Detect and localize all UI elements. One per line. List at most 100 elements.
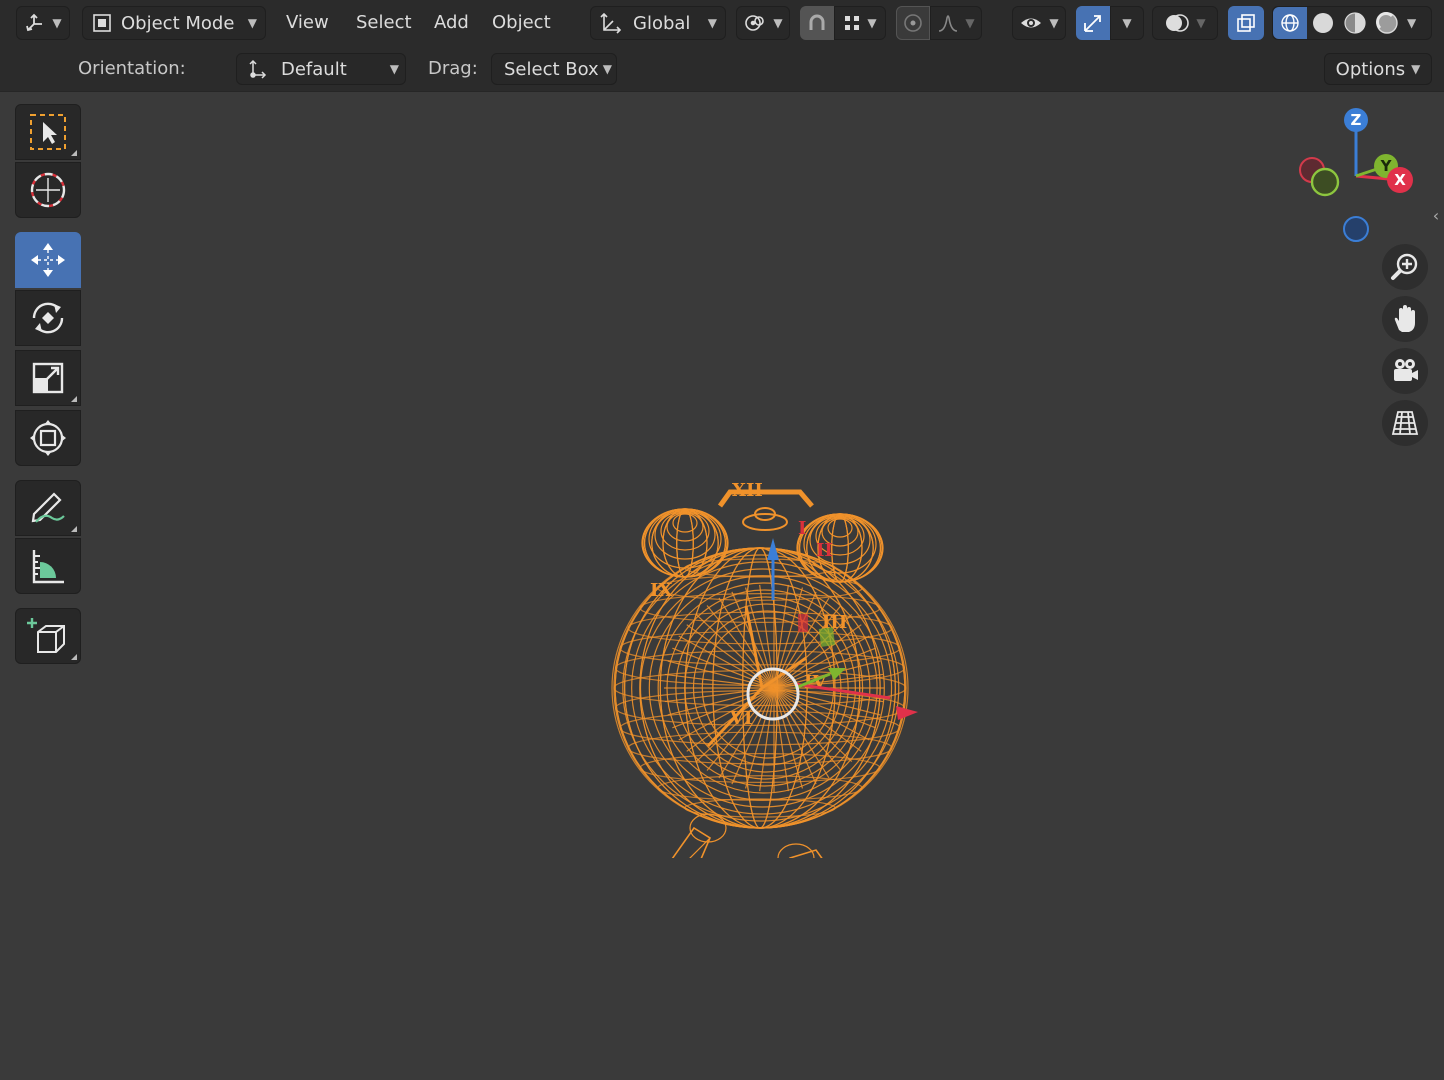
- global-orientation-icon: [600, 12, 622, 34]
- tool-select-box[interactable]: [15, 104, 81, 160]
- menu-select[interactable]: Select: [350, 8, 418, 38]
- snap-increment-icon: [845, 16, 860, 30]
- gizmo-toggle[interactable]: [1076, 6, 1110, 40]
- tool-rotate[interactable]: [15, 290, 81, 346]
- shading-material-button[interactable]: [1339, 7, 1371, 39]
- alarm-clock-object[interactable]: XII III VI IX IV II I: [590, 388, 930, 858]
- transform-icon: [30, 420, 66, 456]
- tool-transform[interactable]: [15, 410, 81, 466]
- gizmo-neg-y-axis[interactable]: [1310, 167, 1340, 197]
- tool-measure[interactable]: [15, 538, 81, 594]
- orientation-label: Global: [633, 12, 691, 34]
- chevron-down-icon: ▼: [1411, 62, 1421, 76]
- tool-cursor[interactable]: [15, 162, 81, 218]
- drag-dropdown[interactable]: Select Box ▼: [491, 53, 617, 85]
- default-orientation-icon: [249, 59, 267, 79]
- move-icon: [31, 243, 65, 277]
- magnet-icon: [809, 14, 825, 30]
- tool-settings-bar: Orientation: Default ▼ Drag: Select Box …: [0, 46, 1444, 92]
- snap-target-dropdown[interactable]: ▼: [834, 6, 886, 40]
- ortho-grid-icon: [1391, 411, 1419, 435]
- tool-scale[interactable]: [15, 350, 81, 406]
- options-dropdown[interactable]: Options ▼: [1324, 53, 1432, 85]
- overlay-icon: [1166, 14, 1190, 32]
- wireframe-shading-icon: [1281, 14, 1299, 32]
- chevron-down-icon: ▼: [602, 62, 612, 76]
- orientation-value: Default: [281, 58, 347, 80]
- object-mode-icon: [93, 14, 111, 32]
- mode-label: Object Mode: [121, 12, 235, 34]
- shading-rendered-button[interactable]: [1371, 7, 1403, 39]
- chevron-down-icon: ▼: [773, 16, 783, 30]
- submenu-indicator: [71, 526, 77, 532]
- numeral-twelve: XII: [732, 480, 763, 501]
- overlay-toggle[interactable]: ▼: [1152, 6, 1218, 40]
- gizmo-xz-plane[interactable]: [818, 627, 836, 647]
- select-box-icon: [30, 114, 66, 150]
- pivot-point-dropdown[interactable]: ▼: [736, 6, 790, 40]
- chevron-down-icon: ▼: [867, 16, 877, 30]
- gizmo-dropdown[interactable]: ▼: [1110, 6, 1144, 40]
- navigation-gizmo[interactable]: Y X Z: [1290, 104, 1430, 246]
- cursor-icon: [30, 172, 66, 208]
- zoom-button[interactable]: [1382, 244, 1428, 290]
- camera-view-icon: [1394, 359, 1418, 381]
- scale-icon: [32, 362, 64, 394]
- 3d-viewport[interactable]: Y X Z ‹ XII III VI IX IV II I: [0, 92, 1444, 1080]
- tool-annotate[interactable]: [15, 480, 81, 536]
- shading-wireframe-button[interactable]: [1273, 7, 1307, 39]
- submenu-indicator: [71, 654, 77, 660]
- proportional-falloff-dropdown[interactable]: ▼: [930, 6, 982, 40]
- menu-view[interactable]: View: [280, 8, 335, 38]
- measure-icon: [32, 550, 64, 584]
- ortho-toggle-button[interactable]: [1382, 400, 1428, 446]
- camera-view-button[interactable]: [1382, 348, 1428, 394]
- chevron-down-icon: ▼: [52, 16, 62, 30]
- pivot-point-icon: [745, 15, 765, 31]
- chevron-down-icon: ▼: [247, 16, 257, 30]
- menu-add[interactable]: Add: [428, 8, 475, 38]
- object-visibility-dropdown[interactable]: ▼: [1012, 6, 1066, 40]
- chevron-down-icon: ▼: [1196, 16, 1206, 30]
- menu-object[interactable]: Object: [486, 8, 557, 38]
- snap-toggle[interactable]: [800, 6, 834, 40]
- chevron-down-icon: ▼: [1049, 16, 1059, 30]
- gizmo-yz-plane[interactable]: [798, 614, 808, 632]
- chevron-down-icon[interactable]: ▼: [1407, 16, 1416, 30]
- viewport-header: ▼ Object Mode ▼ View Select Add Object G…: [0, 0, 1444, 46]
- gizmo-neg-z-axis[interactable]: [1343, 216, 1369, 242]
- shading-solid-button[interactable]: [1307, 7, 1339, 39]
- pan-button[interactable]: [1382, 296, 1428, 342]
- numeral-one: I: [798, 518, 806, 539]
- view3d-editor-icon: [26, 13, 43, 32]
- options-label: Options: [1335, 58, 1406, 80]
- zoom-icon: [1391, 253, 1418, 280]
- editor-type-button[interactable]: ▼: [16, 6, 70, 40]
- shading-group: ▼: [1272, 6, 1432, 40]
- orientation-dropdown[interactable]: Default ▼: [236, 53, 406, 85]
- chevron-down-icon: ▼: [965, 16, 975, 30]
- numeral-nine: IX: [650, 580, 672, 601]
- xray-toggle[interactable]: [1228, 6, 1264, 40]
- gizmo-icon: [1084, 15, 1101, 32]
- material-shading-icon: [1344, 12, 1366, 34]
- chevron-down-icon: ▼: [389, 62, 399, 76]
- chevron-down-icon: ▼: [707, 16, 717, 30]
- transform-orientation-dropdown[interactable]: Global ▼: [590, 6, 726, 40]
- proportional-edit-toggle[interactable]: [896, 6, 930, 40]
- drag-label: Drag:: [428, 58, 478, 79]
- orientation-label: Orientation:: [78, 58, 186, 79]
- add-cube-icon: [27, 618, 65, 653]
- xray-icon: [1237, 14, 1255, 32]
- tool-move[interactable]: [15, 232, 81, 288]
- sidebar-toggle-icon[interactable]: ‹: [1428, 206, 1444, 232]
- chevron-down-icon: ▼: [1122, 16, 1132, 30]
- annotate-icon: [31, 492, 65, 523]
- numeral-six: VI: [729, 708, 752, 729]
- eye-icon: [1021, 18, 1042, 28]
- proportional-edit-icon: [904, 14, 922, 32]
- mode-dropdown[interactable]: Object Mode ▼: [82, 6, 266, 40]
- tool-add-cube[interactable]: [15, 608, 81, 664]
- rotate-icon: [32, 302, 64, 334]
- gizmo-z-label: Z: [1351, 111, 1362, 129]
